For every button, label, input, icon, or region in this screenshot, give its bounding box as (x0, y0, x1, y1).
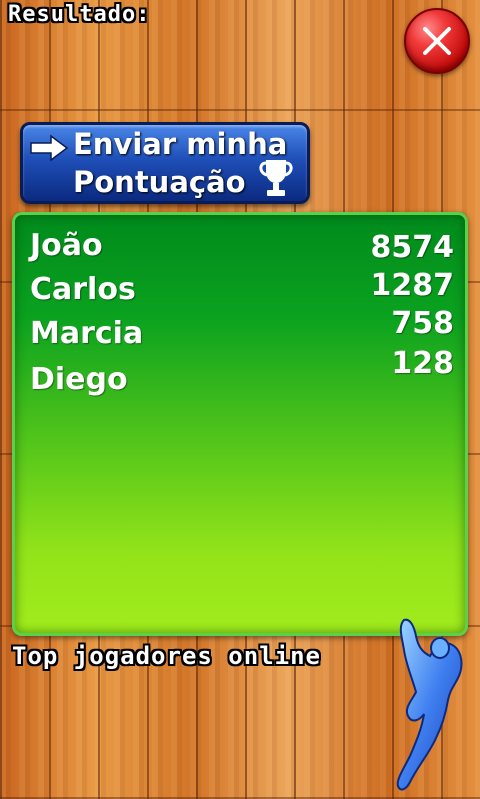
player-score: 8574 (370, 230, 455, 265)
arrow-right-icon (30, 134, 69, 162)
player-score: 1287 (370, 268, 455, 303)
player-score: 128 (391, 346, 454, 381)
top-players-label: Top jogadores online (12, 642, 321, 670)
score-row: Diego 128 (12, 346, 468, 406)
player-name: João (30, 228, 103, 263)
player-name: Marcia (30, 316, 144, 351)
close-icon (423, 27, 451, 55)
scoreboard-panel: João 8574 Carlos 1287 Marcia 758 Diego 1… (12, 212, 468, 636)
submit-button-label-line2: Pontuação (73, 165, 246, 199)
page-title: Resultado: (8, 2, 151, 27)
submit-score-button[interactable]: Enviar minha Pontuação (20, 122, 310, 204)
player-name: Diego (30, 362, 128, 397)
basketball-player-icon (396, 618, 463, 791)
trophy-icon (259, 160, 293, 196)
score-row: João 8574 (12, 228, 468, 272)
submit-button-label-line1: Enviar minha (73, 127, 288, 161)
player-name: Carlos (30, 272, 136, 307)
player-score: 758 (391, 306, 454, 341)
close-button[interactable] (404, 8, 470, 74)
